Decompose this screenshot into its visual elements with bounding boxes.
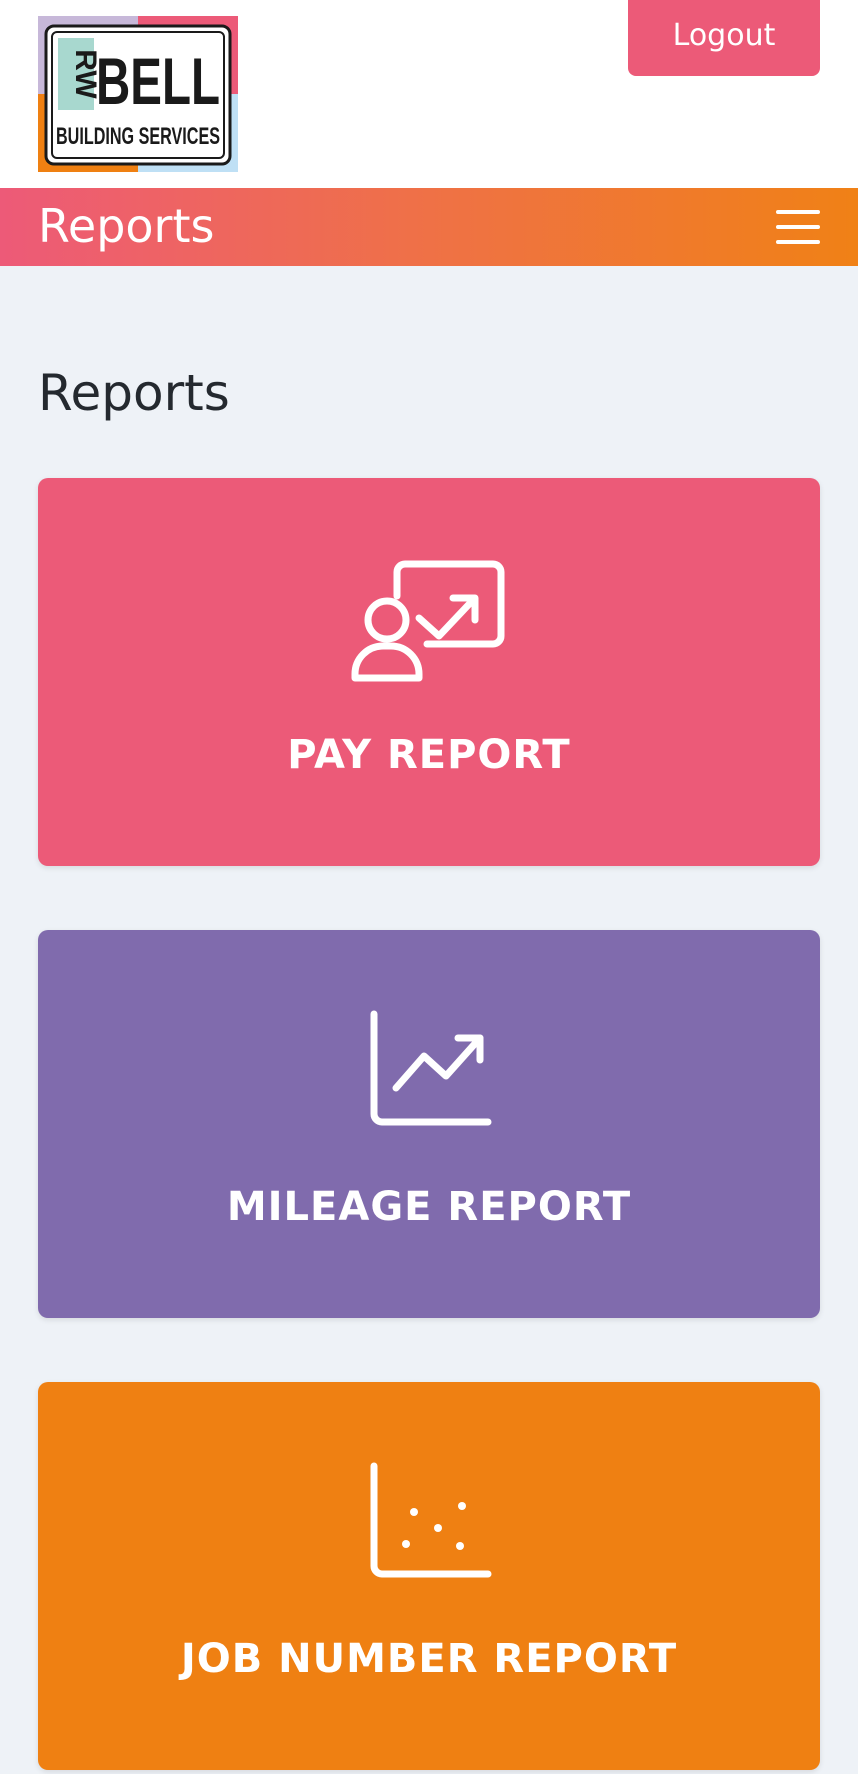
person-chart-icon: [38, 556, 820, 686]
job-number-report-label: JOB NUMBER REPORT: [180, 1636, 678, 1682]
svg-text:BELL: BELL: [96, 44, 220, 118]
navbar-title: Reports: [38, 199, 215, 253]
line-chart-icon: [38, 1008, 820, 1138]
logout-button[interactable]: Logout: [628, 0, 820, 76]
mileage-report-label: MILEAGE REPORT: [226, 1184, 632, 1230]
navbar: Reports: [0, 188, 858, 266]
svg-text:BUILDING SERVICES: BUILDING SERVICES: [56, 123, 220, 150]
company-logo[interactable]: RW BELL BUILDING SERVICES: [38, 16, 238, 172]
mileage-report-card[interactable]: MILEAGE REPORT: [38, 930, 820, 1318]
job-number-report-card[interactable]: JOB NUMBER REPORT: [38, 1382, 820, 1770]
page-title: Reports: [38, 364, 230, 422]
hamburger-icon[interactable]: [776, 208, 820, 246]
top-header: RW BELL BUILDING SERVICES Logout: [0, 0, 858, 188]
pay-report-label: PAY REPORT: [287, 732, 571, 778]
pay-report-card[interactable]: PAY REPORT: [38, 478, 820, 866]
scatter-chart-icon: [38, 1460, 820, 1590]
